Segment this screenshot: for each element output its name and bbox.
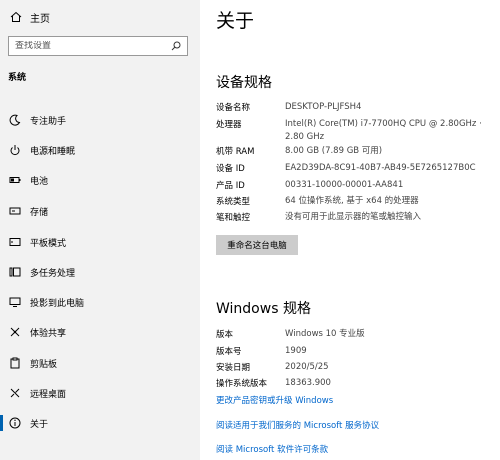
- sidebar-item-label: 专注助手: [30, 116, 67, 127]
- home-button[interactable]: 主页: [8, 8, 50, 26]
- spec-key: 系统类型: [216, 197, 251, 207]
- spec-value: 1909: [285, 346, 307, 356]
- sidebar-item-label: 电源和睡眠: [30, 146, 76, 157]
- spec-key: 安装日期: [216, 363, 251, 373]
- spec-key: 机带 RAM: [216, 147, 255, 157]
- sidebar-item-label: 关于: [30, 419, 49, 430]
- clipboard-icon: [8, 356, 22, 370]
- home-label: 主页: [30, 13, 50, 25]
- spec-key: 笔和触控: [216, 213, 251, 223]
- spec-value: 18363.900: [285, 378, 331, 388]
- sidebar-item-label: 电池: [30, 176, 49, 187]
- windows-specs-heading: Windows 规格: [216, 301, 311, 317]
- service-agreement-link[interactable]: 阅读适用于我们服务的 Microsoft 服务协议: [216, 419, 379, 431]
- device-specs-heading: 设备规格: [216, 75, 272, 91]
- spec-value: EA2D39DA-8C91-40B7-AB49-5E7265127B0C: [285, 163, 476, 173]
- spec-key: 设备 ID: [216, 164, 245, 174]
- sidebar-item-label: 存储: [30, 207, 49, 218]
- sidebar-item-label: 剪贴板: [30, 359, 58, 370]
- moon-icon: [8, 113, 22, 127]
- spec-value: Intel(R) Core(TM) i7-7700HQ CPU @ 2.80GH…: [285, 119, 482, 142]
- sidebar-item-shared-experiences[interactable]: 体验共享: [0, 318, 200, 346]
- storage-icon: [8, 204, 22, 218]
- spec-value: 没有可用于此显示器的笔或触控输入: [285, 212, 422, 222]
- sidebar-item-battery[interactable]: 电池: [0, 166, 200, 194]
- license-terms-link[interactable]: 阅读 Microsoft 软件许可条款: [216, 443, 328, 455]
- tablet-icon: [8, 235, 22, 249]
- spec-key: 处理器: [216, 120, 242, 130]
- info-icon: [8, 416, 22, 430]
- sidebar-item-label: 多任务处理: [30, 268, 76, 279]
- spec-key: 操作系统版本: [216, 379, 268, 389]
- spec-key: 版本号: [216, 347, 242, 357]
- spec-value: 8.00 GB (7.89 GB 可用): [285, 146, 383, 156]
- remote-icon: [8, 386, 22, 400]
- sidebar-item-remote-desktop[interactable]: 远程桌面: [0, 379, 200, 407]
- sidebar-item-about[interactable]: 关于: [0, 409, 200, 437]
- spec-value: DESKTOP-PLJFSH4: [285, 102, 362, 112]
- spec-value: 2020/5/25: [285, 362, 329, 372]
- sidebar-item-storage[interactable]: 存储: [0, 197, 200, 225]
- sidebar-item-label: 体验共享: [30, 328, 67, 339]
- spec-value: 64 位操作系统, 基于 x64 的处理器: [285, 196, 419, 206]
- spec-value: 00331-10000-00001-AA841: [285, 180, 404, 190]
- battery-icon: [8, 173, 22, 187]
- power-icon: [8, 143, 22, 157]
- sidebar-item-multitasking[interactable]: 多任务处理: [0, 258, 200, 286]
- spec-value: Windows 10 专业版: [285, 329, 365, 339]
- spec-key: 产品 ID: [216, 181, 245, 191]
- sidebar-item-label: 投影到此电脑: [30, 298, 85, 309]
- section-title: 系统: [8, 73, 27, 83]
- sidebar-item-label: 远程桌面: [30, 389, 67, 400]
- home-icon: [8, 11, 24, 23]
- sidebar-item-clipboard[interactable]: 剪贴板: [0, 349, 200, 377]
- search-input[interactable]: [15, 41, 171, 51]
- sidebar-item-tablet-mode[interactable]: 平板模式: [0, 228, 200, 256]
- sidebar: 主页 系统 专注助手 电源和睡眠 电池 存储 平板模式: [0, 0, 200, 460]
- sidebar-item-focus-assist[interactable]: 专注助手: [0, 106, 200, 134]
- rename-pc-button[interactable]: 重命名这台电脑: [216, 235, 298, 255]
- sidebar-item-label: 平板模式: [30, 238, 67, 249]
- spec-key: 设备名称: [216, 103, 251, 113]
- sidebar-item-project[interactable]: 投影到此电脑: [0, 288, 200, 316]
- main-panel: 关于 设备规格 设备名称 DESKTOP-PLJFSH4 处理器 Intel(R…: [200, 0, 500, 460]
- spec-key: 版本: [216, 330, 234, 340]
- change-product-key-link[interactable]: 更改产品密钥或升级 Windows: [216, 394, 333, 406]
- project-icon: [8, 295, 22, 309]
- search-icon[interactable]: [171, 41, 181, 51]
- share-icon: [8, 325, 22, 339]
- sidebar-item-power-sleep[interactable]: 电源和睡眠: [0, 136, 200, 164]
- multitask-icon: [8, 265, 22, 279]
- page-title: 关于: [216, 10, 255, 32]
- search-box[interactable]: [8, 36, 188, 56]
